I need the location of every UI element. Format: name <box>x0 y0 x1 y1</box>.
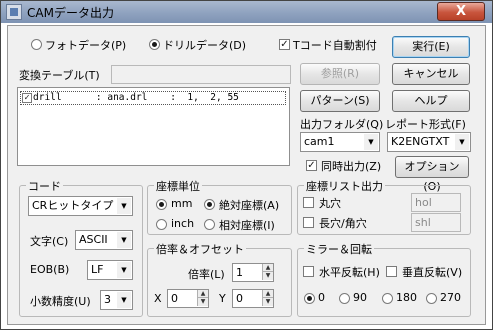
spin-down-icon[interactable]: ▼ <box>262 298 273 306</box>
chevron-down-icon: ▼ <box>117 262 131 278</box>
rotate-0-radio[interactable] <box>304 293 315 304</box>
char-select[interactable]: ASCII ▼ <box>75 230 133 250</box>
code-type-value: CRヒットタイプ <box>32 199 114 212</box>
coord-unit-group-title: 座標単位 <box>154 178 202 194</box>
chevron-down-icon: ▼ <box>364 134 378 150</box>
title-bar[interactable]: CAMデータ出力 X <box>1 1 492 23</box>
vertical-flip-checkbox[interactable] <box>386 266 397 277</box>
chevron-down-icon: ▼ <box>117 198 131 214</box>
unit-mm-label: mm <box>171 197 193 210</box>
horizontal-flip-checkbox[interactable] <box>303 266 314 277</box>
offset-y-value: 0 <box>236 292 243 305</box>
unit-inch-label: inch <box>171 217 195 230</box>
unit-mm-radio[interactable] <box>156 199 167 210</box>
rotate-180-label: 180 <box>396 291 417 304</box>
t-code-auto-label: Tコード自動割付 <box>293 39 377 52</box>
absolute-coord-radio[interactable] <box>204 199 215 210</box>
slot-hole-ext[interactable]: shl <box>411 213 461 232</box>
rotate-0-label: 0 <box>318 291 325 304</box>
pattern-button[interactable]: パターン(S) <box>300 90 380 112</box>
rotate-270-radio[interactable] <box>426 293 437 304</box>
char-value: ASCII <box>79 233 108 246</box>
relative-coord-radio[interactable] <box>204 219 215 230</box>
photo-data-radio[interactable] <box>31 39 42 50</box>
scale-offset-group-title: 倍率＆オフセット <box>154 241 246 257</box>
char-label: 文字(C) <box>30 235 69 248</box>
list-item-text: drill : ana.drl : 1, 2, 55 <box>33 92 239 103</box>
rotate-90-label: 90 <box>353 291 367 304</box>
list-item-checkbox[interactable]: ✓ <box>22 93 32 103</box>
rotate-180-radio[interactable] <box>382 293 393 304</box>
offset-x-label: X <box>154 292 162 305</box>
conversion-table-list[interactable]: ✓ drill : ana.drl : 1, 2, 55 <box>17 87 290 166</box>
code-type-select[interactable]: CRヒットタイプ ▼ <box>28 196 133 216</box>
help-button[interactable]: ヘルプ <box>392 90 470 112</box>
option-button[interactable]: オプション(O) <box>395 156 469 193</box>
close-button[interactable]: X <box>437 2 485 21</box>
offset-y-label: Y <box>219 292 226 305</box>
mirror-rotate-group-title: ミラー＆回転 <box>304 241 374 257</box>
output-folder-select[interactable]: cam1 ▼ <box>300 132 380 152</box>
spin-up-icon[interactable]: ▲ <box>262 264 273 272</box>
simultaneous-output-checkbox[interactable]: ✓ <box>306 160 317 171</box>
chevron-down-icon: ▼ <box>455 134 469 150</box>
simultaneous-output-label: 同時出力(Z) <box>321 160 382 173</box>
report-format-select[interactable]: K2ENGTXT ▼ <box>387 132 471 152</box>
decimal-precision-value: 3 <box>104 293 111 306</box>
photo-data-label: フォトデータ(P) <box>45 39 127 52</box>
code-group-title: コード <box>26 178 63 194</box>
decimal-precision-label: 小数精度(U) <box>30 295 91 308</box>
offset-x-value: 0 <box>171 292 178 305</box>
spin-down-icon[interactable]: ▼ <box>197 298 208 306</box>
absolute-coord-label: 絶対座標(A) <box>219 199 280 212</box>
execute-button[interactable]: 実行(E) <box>392 36 470 58</box>
reference-button[interactable]: 参照(R) <box>300 63 380 85</box>
cam-output-dialog: CAMデータ出力 X フォトデータ(P) ドリルデータ(D) ✓ Tコード自動割… <box>0 0 493 330</box>
vertical-flip-label: 垂直反転(V) <box>402 266 463 279</box>
eob-select[interactable]: LF ▼ <box>87 260 133 280</box>
app-icon <box>6 4 22 20</box>
relative-coord-label: 相対座標(I) <box>219 219 275 232</box>
rotate-90-radio[interactable] <box>339 293 350 304</box>
scale-spinner[interactable]: 1 ▲ ▼ <box>232 263 274 282</box>
report-format-label: レポート形式(F) <box>385 118 466 131</box>
conversion-table-path[interactable] <box>111 65 291 84</box>
spin-up-icon[interactable]: ▲ <box>197 290 208 298</box>
mirror-rotate-group: ミラー＆回転 <box>297 241 471 317</box>
round-hole-checkbox[interactable] <box>303 197 314 208</box>
drill-data-label: ドリルデータ(D) <box>163 39 247 52</box>
eob-label: EOB(B) <box>30 263 70 276</box>
coord-list-group-title: 座標リスト出力 <box>304 178 385 194</box>
drill-data-radio[interactable] <box>149 39 160 50</box>
spin-down-icon[interactable]: ▼ <box>262 272 273 280</box>
offset-y-spinner[interactable]: 0 ▲ ▼ <box>232 289 274 308</box>
rotate-270-label: 270 <box>440 291 461 304</box>
eob-value: LF <box>91 263 104 276</box>
round-hole-label: 丸穴 <box>319 197 341 210</box>
slot-hole-label: 長穴/角穴 <box>319 217 367 230</box>
unit-inch-radio[interactable] <box>156 219 167 230</box>
cancel-button[interactable]: キャンセル <box>392 63 470 85</box>
output-folder-label: 出力フォルダ(Q) <box>300 118 384 131</box>
horizontal-flip-label: 水平反転(H) <box>319 266 380 279</box>
scale-label: 倍率(L) <box>188 268 225 281</box>
output-folder-value: cam1 <box>304 135 335 148</box>
t-code-auto-checkbox[interactable]: ✓ <box>279 39 290 50</box>
round-hole-ext[interactable]: hol <box>411 193 461 212</box>
spin-up-icon[interactable]: ▲ <box>262 290 273 298</box>
offset-x-spinner[interactable]: 0 ▲ ▼ <box>167 289 209 308</box>
window-title: CAMデータ出力 <box>27 6 114 20</box>
conversion-table-label: 変換テーブル(T) <box>19 69 100 82</box>
list-item[interactable]: ✓ drill : ana.drl : 1, 2, 55 <box>20 91 286 105</box>
slot-hole-checkbox[interactable] <box>303 217 314 228</box>
chevron-down-icon: ▼ <box>117 232 131 248</box>
scale-value: 1 <box>236 266 243 279</box>
decimal-precision-select[interactable]: 3 ▼ <box>100 290 133 310</box>
report-format-value: K2ENGTXT <box>391 135 450 148</box>
chevron-down-icon: ▼ <box>117 292 131 308</box>
